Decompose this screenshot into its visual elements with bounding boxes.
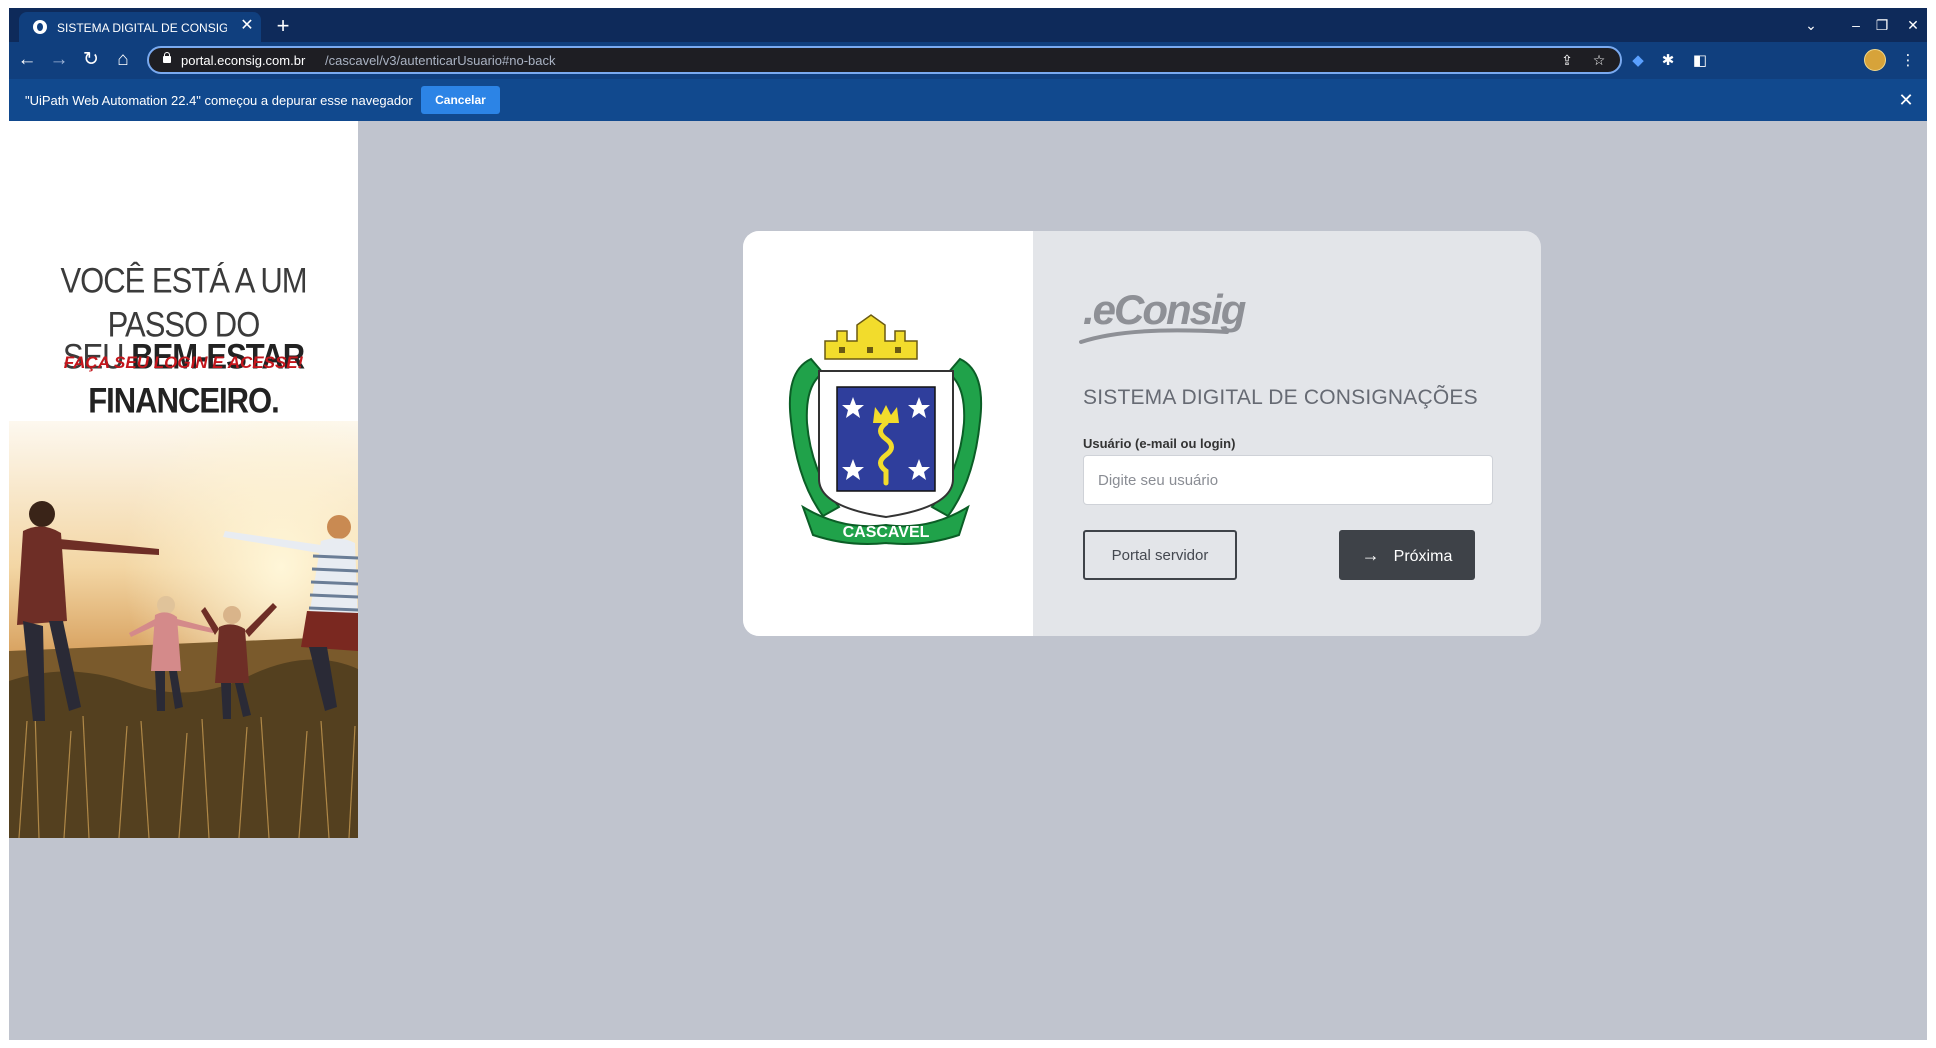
reload-icon[interactable]: ↻ [79,48,103,72]
arrow-right-icon: → [1361,544,1380,565]
cancel-debug-button[interactable]: Cancelar [421,86,500,114]
close-window-button[interactable]: ✕ [1898,14,1927,36]
username-label: Usuário (e-mail ou login) [1083,436,1236,451]
tab-search-icon[interactable]: ⌄ [1796,14,1826,36]
cascavel-coat-of-arms: CASCAVEL [788,314,983,545]
address-bar[interactable]: portal.econsig.com.br /cascavel/v3/auten… [147,46,1622,74]
debug-infobar: "UiPath Web Automation 22.4" começou a d… [9,79,1927,121]
portal-servidor-button[interactable]: Portal servidor [1083,530,1237,580]
browser-toolbar: ← → ↻ ⌂ portal.econsig.com.br /cascavel/… [9,42,1927,79]
system-title: SISTEMA DIGITAL DE CONSIGNAÇÕES [1083,386,1478,409]
url-path: /cascavel/v3/autenticarUsuario#no-back [325,53,556,68]
infobar-message: "UiPath Web Automation 22.4" começou a d… [25,93,413,108]
econsig-logo: .eConsig [1079,286,1246,344]
crest-label: CASCAVEL [843,524,930,541]
page-viewport: VOCÊ ESTÁ A UM PASSO DO SEU BEM-ESTAR FI… [9,121,1927,1040]
tab-close-icon[interactable]: ✕ [239,17,255,35]
lock-icon [163,52,171,63]
extensions-puzzle-icon[interactable]: ✱ [1657,50,1679,72]
login-card: CASCAVEL .eConsig SISTEMA DIGITAL DE CON… [743,231,1541,636]
profile-avatar[interactable] [1864,49,1886,71]
promo-banner: VOCÊ ESTÁ A UM PASSO DO SEU BEM-ESTAR FI… [9,121,358,838]
tab-title: SISTEMA DIGITAL DE CONSIGNAÇÕES [57,21,227,35]
next-button[interactable]: → Próxima [1339,530,1475,580]
promo-line-1: VOCÊ ESTÁ A UM PASSO DO [60,260,307,345]
restore-button[interactable]: ❐ [1867,14,1897,36]
browser-window: SISTEMA DIGITAL DE CONSIGNAÇÕES ✕ + ⌄ – … [9,8,1927,1040]
globe-icon [33,20,47,34]
back-icon[interactable]: ← [15,48,39,72]
next-button-label: Próxima [1393,547,1453,565]
login-form-panel: .eConsig SISTEMA DIGITAL DE CONSIGNAÇÕES… [1033,231,1541,636]
new-tab-button[interactable]: + [271,14,295,38]
promo-line-2: SEU BEM-ESTAR FINANCEIRO. [9,335,358,422]
family-field-photo [9,421,358,838]
share-icon[interactable]: ⇪ [1557,50,1577,70]
promo-cta: FAÇA SEU LOGIN E ACESSE! [63,353,304,372]
title-bar: SISTEMA DIGITAL DE CONSIGNAÇÕES ✕ + ⌄ – … [9,8,1927,42]
tab-econsig[interactable]: SISTEMA DIGITAL DE CONSIGNAÇÕES ✕ [19,12,261,42]
promo-headline: VOCÊ ESTÁ A UM PASSO DO SEU BEM-ESTAR FI… [9,260,358,420]
username-input[interactable] [1083,455,1493,505]
crest-panel: CASCAVEL [743,231,1033,636]
forward-icon[interactable]: → [47,48,71,72]
uipath-extension-icon[interactable]: ◆ [1627,50,1649,72]
home-icon[interactable]: ⌂ [111,48,135,72]
bookmark-star-icon[interactable]: ☆ [1589,50,1609,70]
url-host: portal.econsig.com.br [181,53,306,68]
logo-swoosh-icon [1079,328,1229,344]
infobar-close-icon[interactable]: ✕ [1895,89,1917,111]
side-panel-icon[interactable]: ◧ [1689,50,1711,72]
menu-kebab-icon[interactable]: ⋮ [1897,50,1919,72]
